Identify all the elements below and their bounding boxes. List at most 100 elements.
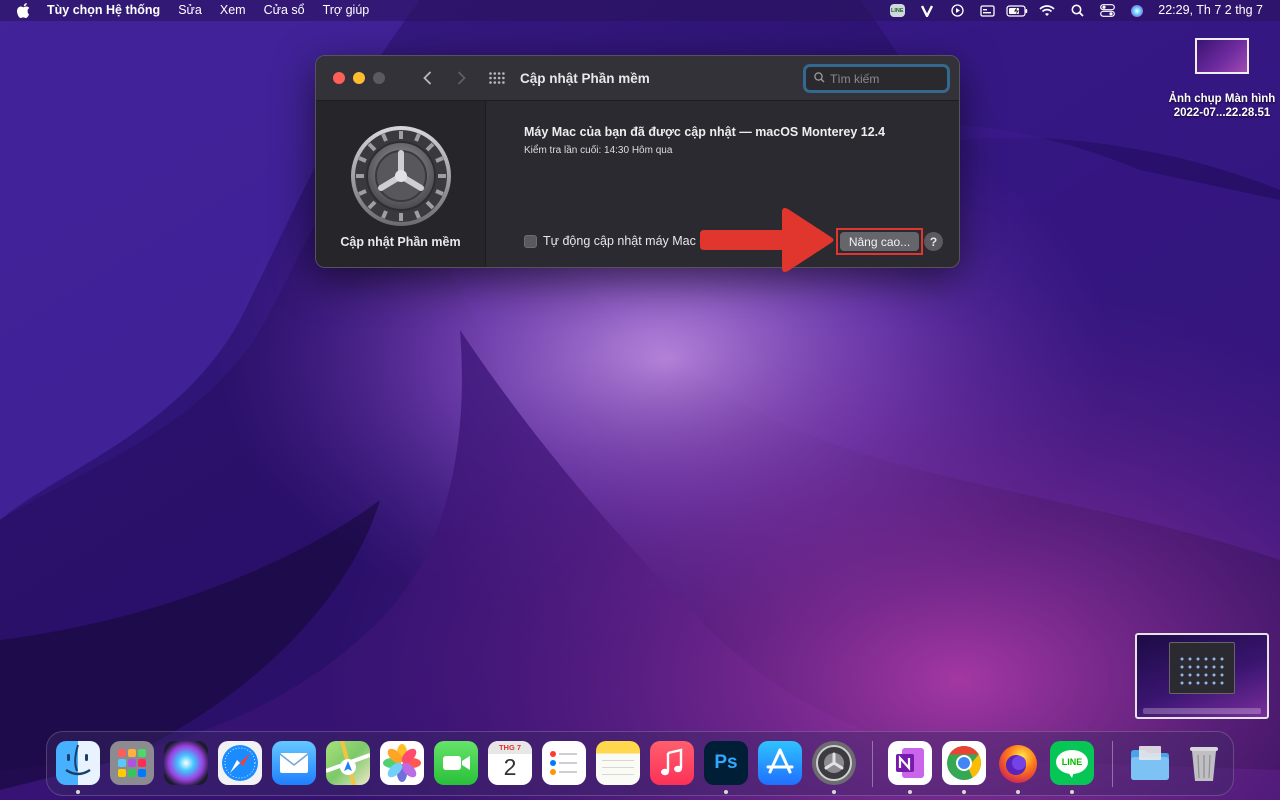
forward-button[interactable] xyxy=(450,67,472,89)
dock-trash[interactable] xyxy=(1182,741,1226,785)
dock-firefox[interactable] xyxy=(996,741,1040,785)
finder-icon xyxy=(65,744,91,776)
dock-launchpad[interactable] xyxy=(110,741,154,785)
mini-icon-grid xyxy=(1178,655,1228,689)
folder-icon xyxy=(1131,746,1169,780)
reminders-icon xyxy=(550,751,577,775)
last-checked-text: Kiểm tra lần cuối: 14:30 Hôm qua xyxy=(524,145,673,156)
search-field[interactable] xyxy=(803,64,950,93)
app-store-icon xyxy=(766,748,794,774)
dock-separator-2 xyxy=(1112,741,1113,787)
dock-calendar[interactable]: THG 7 2 xyxy=(488,741,532,785)
menu-app-name[interactable]: Tùy chọn Hệ thống xyxy=(47,0,169,21)
dock-chrome[interactable] xyxy=(942,741,986,785)
menu-view[interactable]: Xem xyxy=(211,0,255,21)
menu-bar: Tùy chọn Hệ thống Sửa Xem Cửa sổ Trợ giú… xyxy=(0,0,1280,21)
file-name-line2: 2022-07...22.28.51 xyxy=(1173,107,1271,119)
menubar-clock[interactable]: 22:29, Th 7 2 thg 7 xyxy=(1152,0,1280,21)
zoom-window-button[interactable] xyxy=(373,72,385,84)
onenote-running-dot xyxy=(908,790,912,794)
dock-finder[interactable] xyxy=(56,741,100,785)
line-running-dot xyxy=(1070,790,1074,794)
music-note-icon xyxy=(661,748,683,776)
dock-facetime[interactable] xyxy=(434,741,478,785)
v-icon[interactable] xyxy=(912,0,942,21)
search-icon[interactable] xyxy=(1062,0,1092,21)
file-thumbnail xyxy=(1195,38,1249,74)
firefox-running-dot xyxy=(1016,790,1020,794)
dock-separator xyxy=(872,741,873,787)
onenote-icon xyxy=(896,748,924,778)
search-input[interactable] xyxy=(830,71,940,86)
photoshop-running-dot xyxy=(724,790,728,794)
dock-app-store[interactable] xyxy=(758,741,802,785)
dock-mail[interactable] xyxy=(272,741,316,785)
screenshot-preview-thumbnail[interactable] xyxy=(1135,633,1269,719)
sidebar-label: Cập nhật Phần mềm xyxy=(340,235,461,249)
siri-icon[interactable] xyxy=(1122,0,1152,21)
screen-icon[interactable] xyxy=(972,0,1002,21)
wifi-icon[interactable] xyxy=(1032,0,1062,21)
battery-charging-icon[interactable] xyxy=(1002,0,1032,21)
annotation-arrow xyxy=(700,208,834,272)
line-label: LINE xyxy=(1061,757,1083,767)
chrome-running-dot xyxy=(962,790,966,794)
dock-maps[interactable] xyxy=(326,741,370,785)
photos-icon xyxy=(383,744,421,782)
mini-dock xyxy=(1143,708,1261,714)
minimize-window-button[interactable] xyxy=(353,72,365,84)
trash-icon xyxy=(1190,747,1218,781)
facetime-icon xyxy=(443,756,470,770)
dock-reminders[interactable] xyxy=(542,741,586,785)
software-update-sidebar: Cập nhật Phần mềm xyxy=(316,101,486,267)
mail-icon xyxy=(279,753,309,773)
auto-update-label[interactable]: Tự động cập nhật máy Mac của xyxy=(543,234,720,248)
dock-music[interactable] xyxy=(650,741,694,785)
dock-notes[interactable] xyxy=(596,741,640,785)
dock: THG 7 2 Ps LINE xyxy=(46,731,1234,796)
line-icon[interactable]: LINE xyxy=(882,0,912,21)
file-name-line1: Ảnh chụp Màn hình xyxy=(1168,93,1276,105)
close-window-button[interactable] xyxy=(333,72,345,84)
photoshop-icon: Ps xyxy=(714,752,738,773)
notes-icon xyxy=(602,760,634,775)
safari-icon xyxy=(222,745,258,781)
mini-window xyxy=(1169,642,1235,694)
help-button[interactable]: ? xyxy=(924,232,943,251)
system-preferences-gear-icon xyxy=(350,126,451,226)
dock-safari[interactable] xyxy=(218,741,262,785)
back-button[interactable] xyxy=(416,67,438,89)
apple-menu-icon[interactable] xyxy=(17,3,31,19)
dock-siri[interactable] xyxy=(164,741,208,785)
gear-icon xyxy=(816,745,852,781)
dock-photoshop[interactable]: Ps xyxy=(704,741,748,785)
update-status-title: Máy Mac của bạn đã được cập nhật — macOS… xyxy=(524,125,886,139)
dock-system-preferences[interactable] xyxy=(812,741,856,785)
dock-line[interactable]: LINE xyxy=(1050,741,1094,785)
firefox-icon xyxy=(999,745,1037,783)
menu-edit[interactable]: Sửa xyxy=(169,0,211,21)
auto-update-checkbox[interactable] xyxy=(524,234,537,248)
show-all-grid-icon[interactable] xyxy=(486,67,508,89)
system-preferences-running-dot xyxy=(832,790,836,794)
auto-update-row[interactable]: Tự động cập nhật máy Mac của xyxy=(524,234,720,248)
finder-running-dot xyxy=(76,790,80,794)
dock-downloads-folder[interactable] xyxy=(1128,741,1172,785)
software-update-window: Cập nhật Phần mềm Tìm kiếm Cập nhật Phần… xyxy=(315,55,960,268)
play-icon[interactable] xyxy=(942,0,972,21)
launchpad-icon xyxy=(118,749,146,777)
window-titlebar[interactable]: Cập nhật Phần mềm xyxy=(316,56,959,101)
chrome-icon xyxy=(947,746,981,780)
calendar-month: THG 7 xyxy=(488,741,532,754)
control-center-icon[interactable] xyxy=(1092,0,1122,21)
window-title: Cập nhật Phần mềm xyxy=(520,70,650,86)
calendar-day: 2 xyxy=(503,754,517,780)
menu-help[interactable]: Trợ giúp xyxy=(314,0,379,21)
maps-icon xyxy=(326,741,370,785)
search-icon xyxy=(814,70,825,88)
advanced-button[interactable]: Nâng cao... xyxy=(840,232,919,251)
dock-onenote[interactable] xyxy=(888,741,932,785)
desktop-screenshot-file[interactable]: Ảnh chụp Màn hình 2022-07...22.28.51 xyxy=(1156,38,1280,120)
menu-window[interactable]: Cửa sổ xyxy=(255,0,314,21)
dock-photos[interactable] xyxy=(380,741,424,785)
